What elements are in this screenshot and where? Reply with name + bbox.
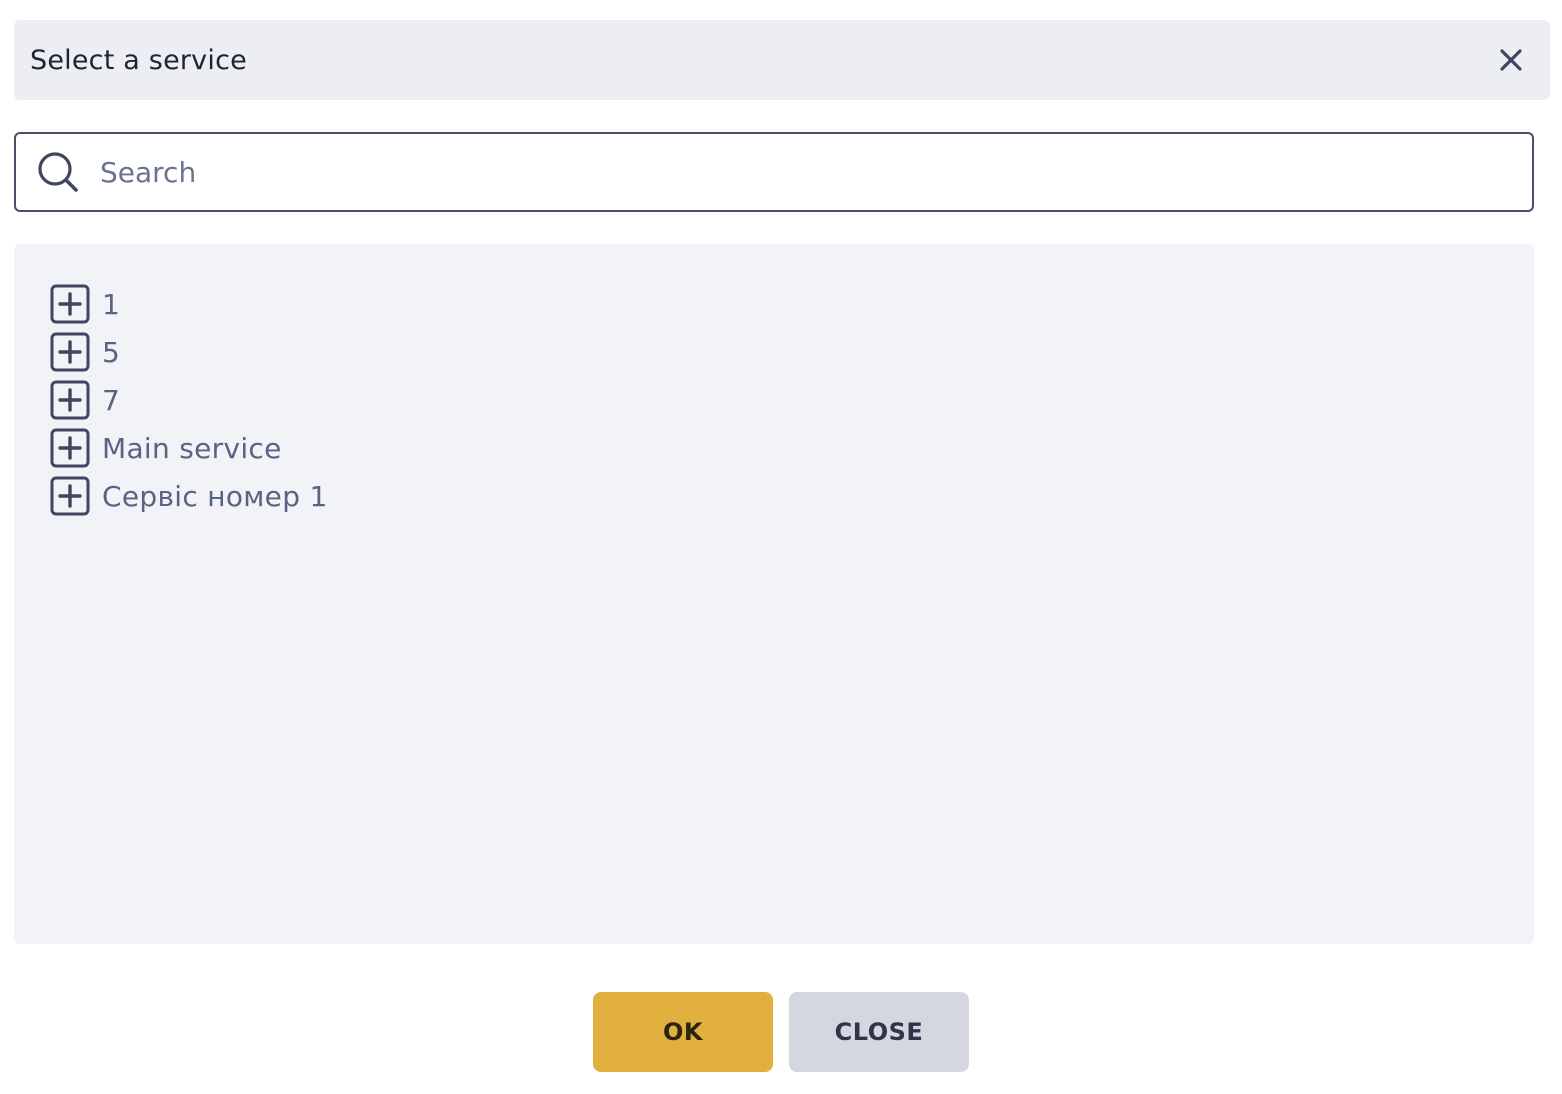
dialog-header: Select a service (14, 20, 1550, 100)
ok-button[interactable]: OK (593, 992, 773, 1072)
close-button[interactable]: CLOSE (789, 992, 969, 1072)
plus-square-icon[interactable] (50, 332, 90, 372)
close-icon[interactable] (1494, 43, 1528, 77)
tree-item-label: 7 (102, 383, 121, 417)
dialog-title: Select a service (30, 44, 247, 76)
tree-item-label: 5 (102, 335, 121, 369)
plus-square-icon[interactable] (50, 476, 90, 516)
tree-item[interactable]: Сервіс номер 1 (50, 472, 1534, 520)
tree-item[interactable]: 7 (50, 376, 1534, 424)
tree-item[interactable]: 1 (50, 280, 1534, 328)
tree-item-label: Сервіс номер 1 (102, 479, 328, 513)
tree-item-label: 1 (102, 287, 121, 321)
select-service-dialog: Select a service 1 (0, 0, 1562, 1094)
dialog-footer: OK CLOSE (0, 992, 1562, 1072)
tree-item[interactable]: 5 (50, 328, 1534, 376)
search-input[interactable] (98, 133, 1532, 211)
tree-item[interactable]: Main service (50, 424, 1534, 472)
search-icon (36, 150, 80, 194)
service-tree: 1 5 7 Main service Сервіс номер 1 (14, 244, 1534, 944)
search-box (14, 132, 1534, 212)
plus-square-icon[interactable] (50, 380, 90, 420)
plus-square-icon[interactable] (50, 428, 90, 468)
plus-square-icon[interactable] (50, 284, 90, 324)
tree-item-label: Main service (102, 431, 282, 465)
